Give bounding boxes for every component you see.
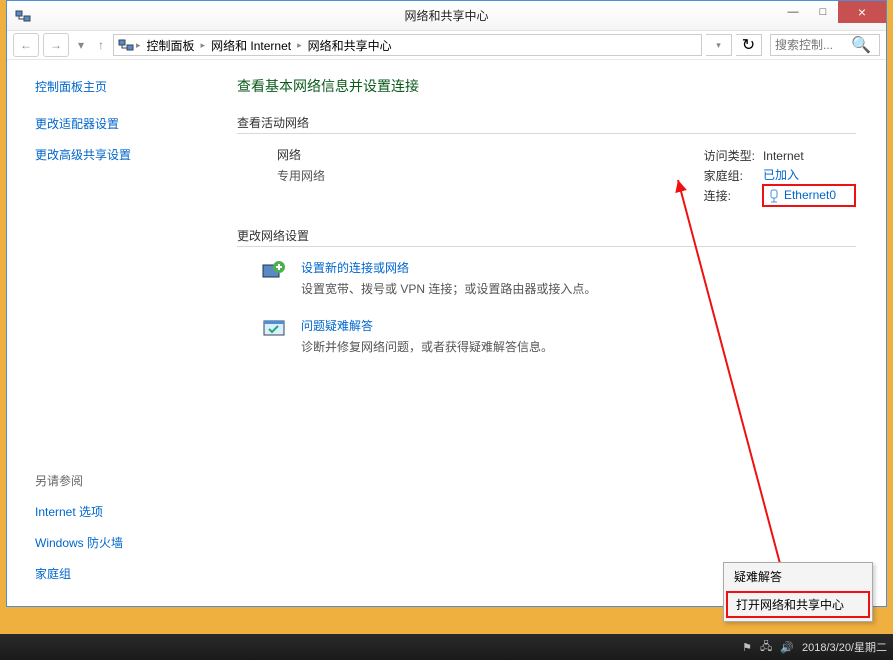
chevron-right-icon: ▸ (297, 40, 302, 51)
tray-network-icon[interactable]: 🖧 (760, 638, 772, 657)
back-button[interactable]: ← (13, 33, 39, 57)
troubleshoot-icon (261, 317, 287, 343)
sidebar-link-sharing[interactable]: 更改高级共享设置 (35, 146, 201, 163)
network-details-table: 访问类型: Internet 家庭组: 已加入 连接: Ethernet0 (704, 146, 856, 207)
task-link-troubleshoot[interactable]: 问题疑难解答 (301, 317, 553, 334)
sidebar: 控制面板主页 更改适配器设置 更改高级共享设置 另请参阅 Internet 选项… (7, 60, 217, 606)
breadcrumb-seg[interactable]: 网络和共享中心 (304, 37, 396, 54)
taskbar-datetime[interactable]: 2018/3/20/星期二 (802, 639, 887, 655)
task-link-new-connection[interactable]: 设置新的连接或网络 (301, 259, 596, 276)
taskbar: ⚑ 🖧 🔊 2018/3/20/星期二 (0, 634, 893, 660)
task-desc: 设置宽带、拨号或 VPN 连接；或设置路由器或接入点。 (301, 280, 596, 297)
see-also-header: 另请参阅 (35, 472, 201, 489)
page-heading: 查看基本网络信息并设置连接 (237, 76, 856, 96)
see-also-firewall[interactable]: Windows 防火墙 (35, 534, 201, 551)
connection-link[interactable]: Ethernet0 (784, 188, 836, 202)
maximize-button[interactable]: □ (808, 1, 838, 23)
see-also-internet-options[interactable]: Internet 选项 (35, 503, 201, 520)
navbar: ← → ▾ ↑ ▸ 控制面板 ▸ 网络和 Internet ▸ 网络和共享中心 … (7, 30, 886, 60)
breadcrumb-seg[interactable]: 控制面板 (143, 37, 199, 54)
control-panel-home-link[interactable]: 控制面板主页 (35, 78, 201, 95)
chevron-right-icon: ▸ (136, 40, 141, 51)
search-icon[interactable]: 🔍 (851, 35, 871, 55)
task-desc: 诊断并修复网络问题，或者获得疑难解答信息。 (301, 338, 553, 355)
recent-dropdown[interactable]: ▾ (73, 33, 89, 57)
menu-item-troubleshoot[interactable]: 疑难解答 (724, 563, 872, 590)
window: 网络和共享中心 — □ × ← → ▾ ↑ ▸ 控制面板 ▸ 网络和 Inter… (6, 0, 887, 607)
new-connection-icon (261, 259, 287, 285)
homegroup-label: 家庭组: (704, 165, 763, 185)
titlebar: 网络和共享中心 — □ × (7, 1, 886, 30)
up-button[interactable]: ↑ (93, 33, 109, 57)
change-settings-header: 更改网络设置 (237, 227, 856, 247)
ethernet-icon (768, 189, 780, 203)
address-dropdown[interactable]: ▾ (706, 34, 732, 56)
see-also-homegroup[interactable]: 家庭组 (35, 565, 201, 582)
search-box[interactable]: 🔍 (770, 34, 880, 56)
breadcrumb-seg[interactable]: 网络和 Internet (207, 37, 295, 54)
window-title: 网络和共享中心 (404, 7, 488, 24)
tray-flag-icon[interactable]: ⚑ (742, 641, 752, 654)
menu-item-open-network-center[interactable]: 打开网络和共享中心 (726, 591, 870, 618)
connection-label: 连接: (704, 185, 763, 206)
access-type-label: 访问类型: (704, 146, 763, 165)
homegroup-link[interactable]: 已加入 (763, 168, 799, 182)
forward-button[interactable]: → (43, 33, 69, 57)
tray-context-menu: 疑难解答 打开网络和共享中心 (723, 562, 873, 622)
search-input[interactable] (771, 38, 851, 52)
main-content: 查看基本网络信息并设置连接 查看活动网络 网络 专用网络 访问类型: Inter… (217, 60, 886, 606)
network-name: 网络 (277, 146, 325, 163)
chevron-right-icon: ▸ (201, 40, 206, 51)
close-button[interactable]: × (838, 1, 886, 23)
minimize-button[interactable]: — (778, 1, 808, 23)
access-type-value: Internet (763, 146, 855, 165)
tray-volume-icon[interactable]: 🔊 (780, 641, 794, 654)
sidebar-link-adapter[interactable]: 更改适配器设置 (35, 115, 201, 132)
network-type: 专用网络 (277, 167, 325, 184)
breadcrumb[interactable]: ▸ 控制面板 ▸ 网络和 Internet ▸ 网络和共享中心 (113, 34, 702, 56)
active-networks-header: 查看活动网络 (237, 114, 856, 134)
refresh-button[interactable]: ↻ (736, 34, 762, 56)
app-icon (15, 8, 31, 24)
network-icon (118, 37, 134, 53)
